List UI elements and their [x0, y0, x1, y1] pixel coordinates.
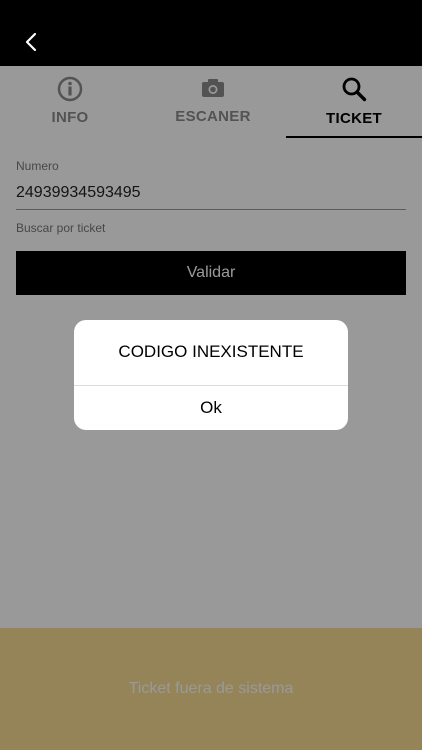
- alert-message: CODIGO INEXISTENTE: [118, 342, 304, 361]
- chevron-left-icon[interactable]: [20, 30, 44, 54]
- alert-dialog: CODIGO INEXISTENTE Ok: [74, 320, 348, 430]
- top-bar: [0, 0, 422, 66]
- ok-button[interactable]: Ok: [74, 386, 348, 430]
